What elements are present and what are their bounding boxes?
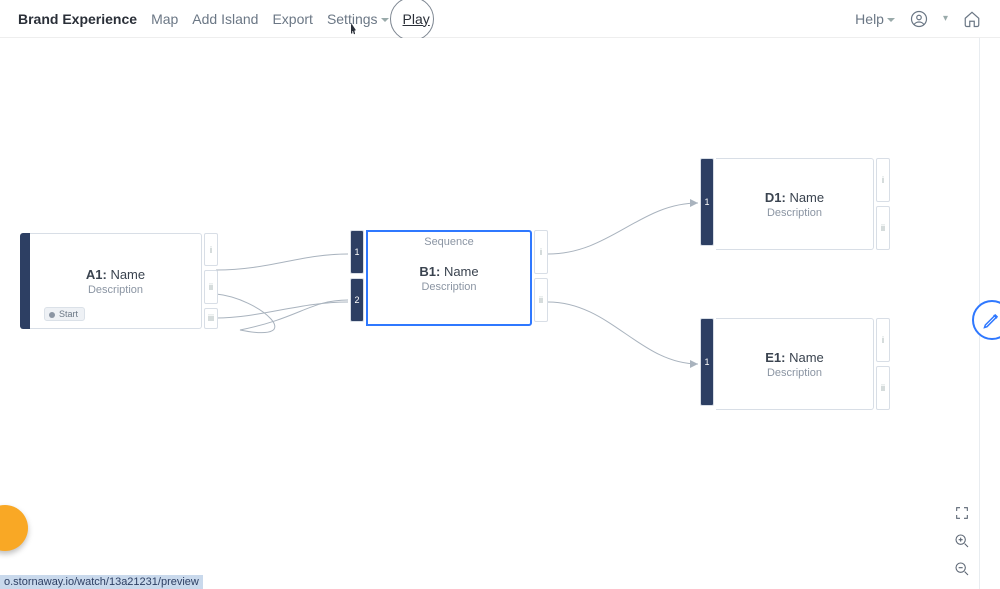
zoom-in-icon[interactable] xyxy=(952,531,972,551)
node-body[interactable]: E1: Name Description xyxy=(716,318,874,410)
output-port-2[interactable]: ii xyxy=(876,206,890,250)
node-b1[interactable]: 1 2 Sequence B1: Name Description i ii xyxy=(350,230,548,326)
node-body[interactable]: D1: Name Description xyxy=(716,158,874,250)
node-d1[interactable]: 1 D1: Name Description i ii xyxy=(700,158,890,250)
start-badge: Start xyxy=(44,307,85,321)
output-port-1[interactable]: i xyxy=(534,230,548,274)
nav-map[interactable]: Map xyxy=(151,11,178,27)
output-port-1[interactable]: i xyxy=(204,233,218,266)
home-icon[interactable] xyxy=(962,9,982,29)
zoom-out-icon[interactable] xyxy=(952,559,972,579)
node-body[interactable]: Sequence B1: Name Description xyxy=(366,230,532,326)
nav-add-island[interactable]: Add Island xyxy=(192,11,258,27)
chevron-down-icon: ▾ xyxy=(943,13,948,24)
node-input-handle[interactable] xyxy=(20,233,30,329)
node-e1[interactable]: 1 E1: Name Description i ii xyxy=(700,318,890,410)
node-desc: Description xyxy=(88,284,143,296)
input-port-1[interactable]: 1 xyxy=(700,158,714,246)
node-title: D1: Name xyxy=(765,190,824,205)
play-highlight-ring xyxy=(390,0,434,41)
output-port-2[interactable]: ii xyxy=(534,278,548,322)
node-a1[interactable]: A1: Name Description Start i ii iii xyxy=(20,233,218,329)
node-desc: Description xyxy=(767,207,822,219)
node-title: A1: Name xyxy=(86,267,145,282)
input-port-2[interactable]: 2 xyxy=(350,278,364,322)
node-title: E1: Name xyxy=(765,350,824,365)
node-title: B1: Name xyxy=(419,264,478,279)
node-desc: Description xyxy=(421,281,476,293)
nav-help[interactable]: Help xyxy=(855,11,895,27)
output-port-3[interactable]: iii xyxy=(204,308,218,329)
node-body[interactable]: A1: Name Description Start xyxy=(30,233,202,329)
output-port-2[interactable]: ii xyxy=(204,270,218,303)
account-icon[interactable] xyxy=(909,9,929,29)
zoom-controls xyxy=(952,503,972,579)
node-desc: Description xyxy=(767,367,822,379)
status-url: o.stornaway.io/watch/13a21231/preview xyxy=(0,575,203,589)
nav-settings[interactable]: Settings xyxy=(327,11,389,27)
output-port-2[interactable]: ii xyxy=(876,366,890,410)
output-port-1[interactable]: i xyxy=(876,158,890,202)
map-canvas[interactable]: A1: Name Description Start i ii iii 1 2 … xyxy=(0,38,980,589)
nav-export[interactable]: Export xyxy=(272,11,312,27)
sequence-label: Sequence xyxy=(424,236,474,248)
nav-play[interactable]: Play xyxy=(403,11,430,27)
input-port-1[interactable]: 1 xyxy=(350,230,364,274)
output-port-1[interactable]: i xyxy=(876,318,890,362)
top-nav: Brand Experience Map Add Island Export S… xyxy=(0,0,1000,38)
fullscreen-icon[interactable] xyxy=(952,503,972,523)
input-port-1[interactable]: 1 xyxy=(700,318,714,406)
brand-title: Brand Experience xyxy=(18,11,137,27)
